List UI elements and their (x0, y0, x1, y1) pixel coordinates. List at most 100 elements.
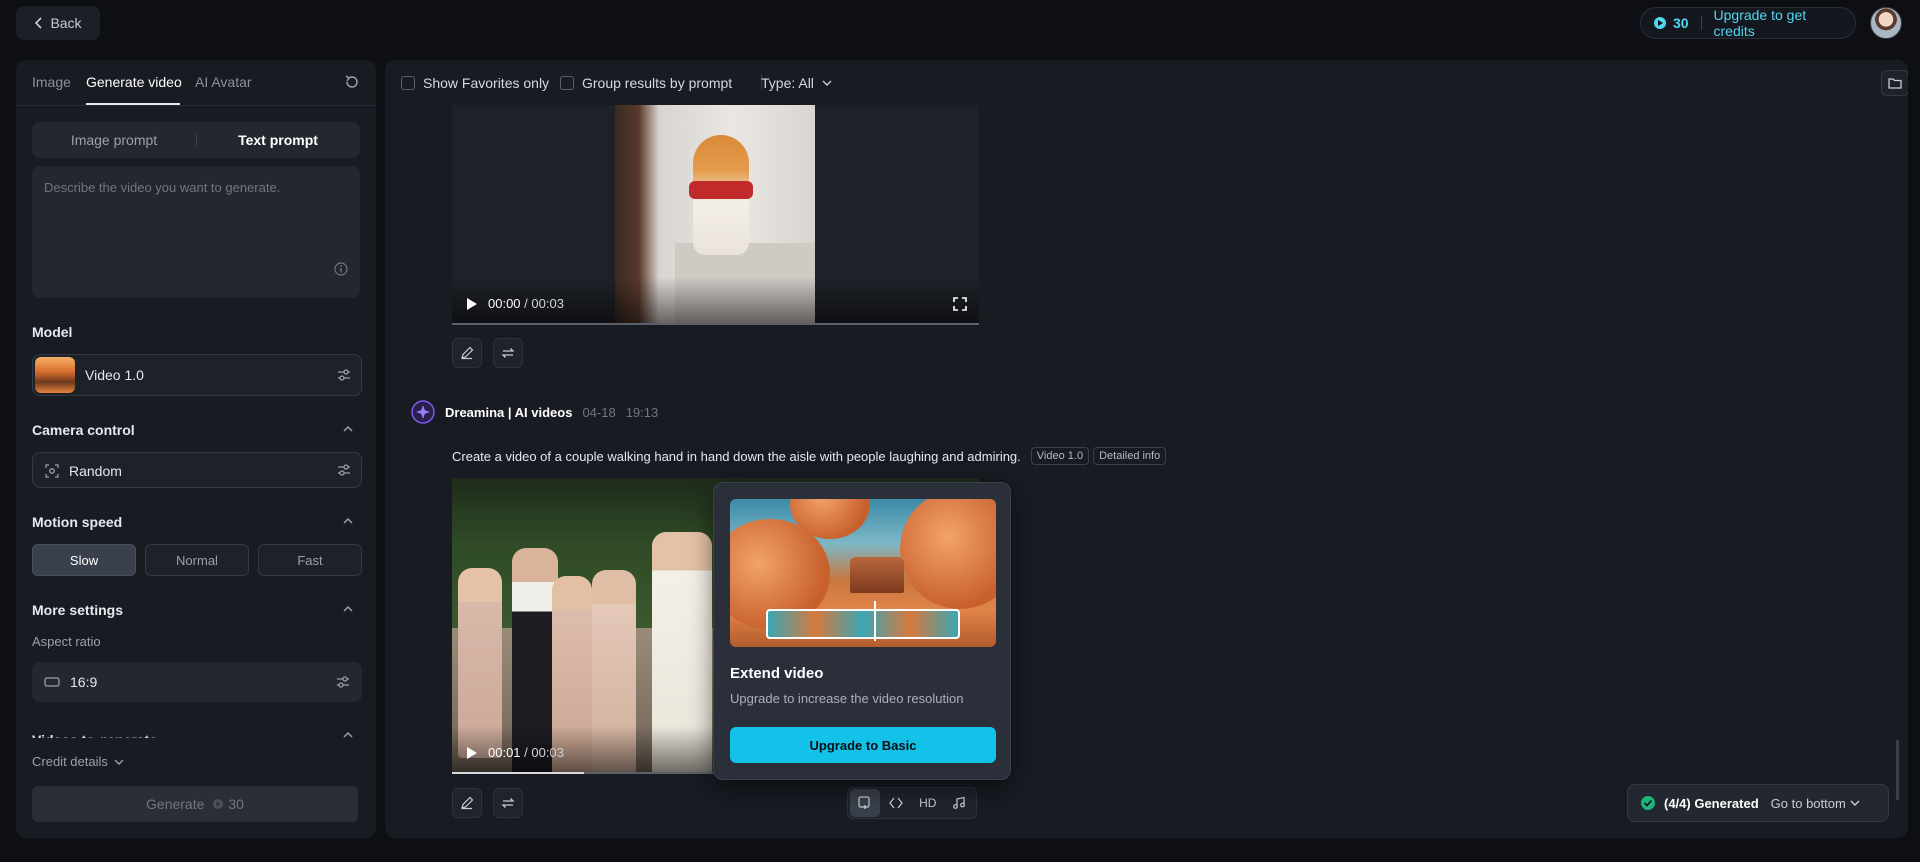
tab-text-prompt[interactable]: Text prompt (196, 122, 360, 158)
credit-coin-icon (212, 798, 224, 810)
sliders-icon (337, 463, 351, 477)
scrollbar[interactable] (1896, 740, 1899, 800)
sliders-icon (337, 368, 351, 382)
credits-count: 30 (1673, 15, 1689, 31)
extend-video-button[interactable] (850, 789, 880, 817)
prompt-type-switch: Image prompt Text prompt (32, 122, 360, 158)
favorites-label: Show Favorites only (423, 75, 550, 91)
tab-image-prompt[interactable]: Image prompt (32, 122, 196, 158)
upgrade-to-basic-button[interactable]: Upgrade to Basic (730, 727, 996, 763)
folder-icon (1888, 77, 1902, 89)
camera-focus-icon (45, 464, 59, 478)
back-label: Back (50, 15, 82, 31)
play-icon[interactable] (466, 746, 478, 760)
video-tools: HD (847, 787, 977, 819)
play-icon[interactable] (466, 297, 478, 311)
lip-sync-button[interactable] (882, 789, 912, 817)
group-checkbox[interactable] (560, 76, 574, 90)
check-circle-icon (1640, 795, 1656, 811)
chevron-up-icon[interactable] (342, 424, 354, 434)
generate-cost-value: 30 (228, 796, 244, 812)
go-to-bottom-label: Go to bottom (1770, 795, 1846, 811)
extend-video-preview (730, 499, 996, 647)
folder-button[interactable] (1881, 70, 1908, 96)
prompt-text: Create a video of a couple walking hand … (452, 448, 1021, 464)
aspect-ratio-label: Aspect ratio (32, 634, 101, 649)
group-filter[interactable]: Group results by prompt (560, 75, 732, 91)
image-detail (900, 499, 996, 609)
tab-generate-video[interactable]: Generate video (86, 74, 182, 90)
entry-date: 04-18 (582, 404, 616, 420)
pencil-icon (460, 796, 474, 810)
chevron-down-icon (114, 758, 124, 766)
popover-subtitle: Upgrade to increase the video resolution (730, 691, 964, 706)
time-current: 00:00 (488, 296, 521, 311)
chevron-left-icon (34, 17, 44, 29)
favorites-checkbox[interactable] (401, 76, 415, 90)
image-detail (689, 181, 753, 199)
model-name: Video 1.0 (85, 367, 144, 383)
regenerate-button[interactable] (493, 338, 523, 368)
divider (1700, 16, 1702, 30)
detailed-info-tag[interactable]: Detailed info (1093, 447, 1167, 465)
video-progress-fill (452, 772, 584, 774)
repeat-icon (501, 346, 515, 360)
speed-slow-button[interactable]: Slow (32, 544, 136, 576)
model-title: Model (32, 324, 73, 340)
results-panel: Show Favorites only Group results by pro… (385, 60, 1908, 838)
favorites-filter[interactable]: Show Favorites only (401, 75, 549, 91)
image-detail (850, 557, 904, 593)
speed-fast-button[interactable]: Fast (258, 544, 362, 576)
filter-bar: Show Favorites only Group results by pro… (385, 60, 1908, 104)
regenerate-button[interactable] (493, 788, 523, 818)
timeline-strip (766, 609, 960, 639)
back-button[interactable]: Back (16, 6, 100, 40)
camera-control-value: Random (69, 463, 122, 479)
video-progress[interactable] (452, 323, 979, 325)
edit-button[interactable] (452, 338, 482, 368)
sliders-icon (336, 675, 350, 689)
video-player[interactable]: 00:00 / 00:03 (452, 105, 979, 325)
chevron-up-icon[interactable] (342, 516, 354, 526)
time-total: / 00:03 (524, 745, 564, 760)
group-label: Group results by prompt (582, 75, 733, 91)
speed-normal-button[interactable]: Normal (145, 544, 249, 576)
pencil-icon (460, 346, 474, 360)
prompt-input[interactable]: Describe the video you want to generate. (32, 166, 360, 298)
videos-to-generate-title: Videos to generate (32, 728, 157, 738)
repeat-icon (501, 796, 515, 810)
hd-upscale-button[interactable]: HD (913, 789, 943, 817)
aspect-ratio-value: 16:9 (70, 674, 98, 690)
music-note-icon (952, 796, 966, 810)
generate-button[interactable]: Generate 30 (32, 786, 358, 822)
diamond-icon (889, 796, 904, 810)
avatar[interactable] (1870, 7, 1902, 39)
type-filter-label: Type: All (761, 75, 814, 91)
chevron-down-icon (822, 79, 832, 87)
chevron-down-icon (1850, 799, 1860, 807)
ratio-rectangle-icon (44, 676, 60, 688)
credit-details-toggle[interactable]: Credit details (32, 754, 124, 769)
video-time: 00:01 / 00:03 (488, 745, 564, 760)
generation-status-bar: (4/4) Generated Go to bottom (1627, 784, 1889, 822)
popover-title: Extend video (730, 665, 824, 682)
chevron-up-icon[interactable] (342, 604, 354, 614)
tab-ai-avatar[interactable]: AI Avatar (195, 74, 252, 90)
model-select[interactable]: Video 1.0 (32, 354, 362, 396)
type-filter-dropdown[interactable]: Type: All (761, 75, 832, 91)
chevron-up-icon[interactable] (342, 731, 354, 739)
time-total: / 00:03 (524, 296, 564, 311)
go-to-bottom-button[interactable]: Go to bottom (1771, 796, 1860, 811)
generated-count: (4/4) Generated (1664, 795, 1759, 811)
upgrade-credits-link[interactable]: Upgrade to get credits (1714, 7, 1843, 39)
edit-button[interactable] (452, 788, 482, 818)
generate-cost: 30 (212, 796, 244, 812)
info-icon[interactable] (334, 262, 348, 276)
add-sound-button[interactable] (945, 789, 975, 817)
fullscreen-icon[interactable] (953, 297, 967, 311)
camera-control-select[interactable]: Random (32, 452, 362, 488)
aspect-ratio-select[interactable]: 16:9 (32, 662, 362, 702)
tab-image[interactable]: Image (32, 74, 71, 90)
refresh-icon[interactable] (344, 74, 360, 90)
credits-pill[interactable]: 30 Upgrade to get credits (1640, 7, 1856, 39)
